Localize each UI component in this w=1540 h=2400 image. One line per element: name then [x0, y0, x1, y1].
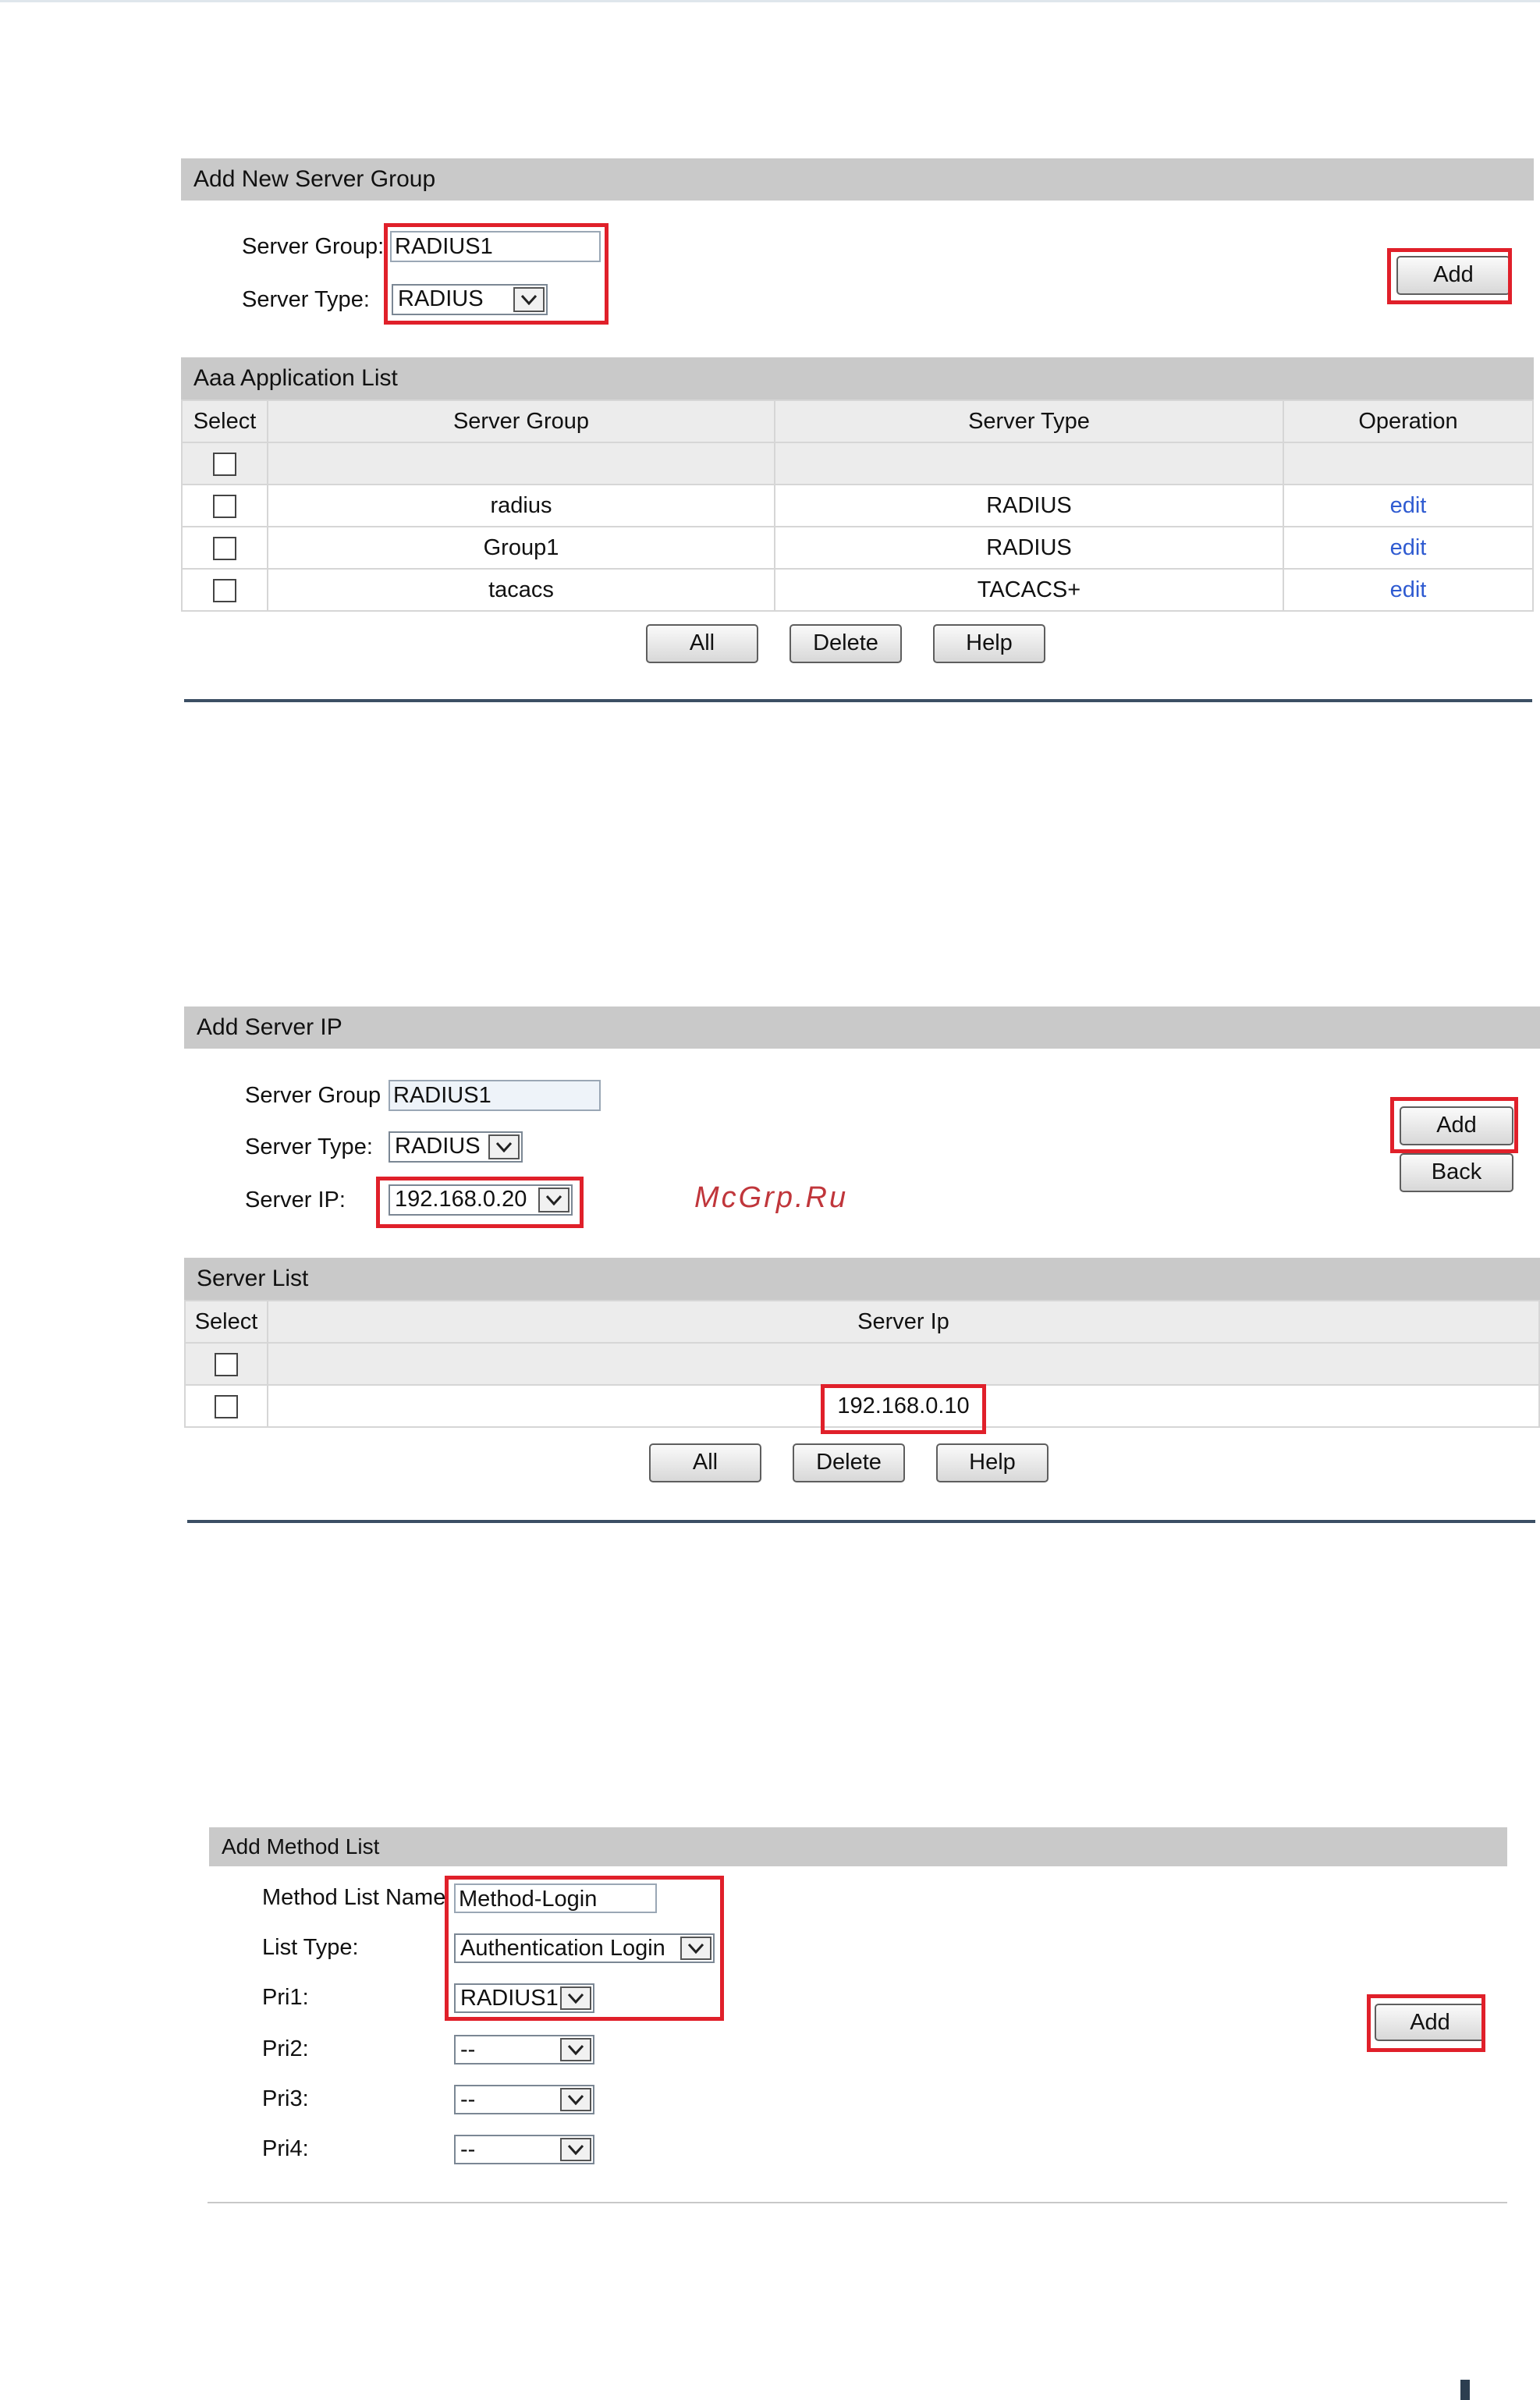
pri2-value: -- [460, 2037, 476, 2062]
table-filter-row [181, 442, 1534, 485]
cell-server-group: Group1 [267, 526, 775, 570]
select-all-checkbox[interactable] [213, 452, 236, 476]
row-checkbox[interactable] [215, 1394, 238, 1418]
select-all-checkbox[interactable] [215, 1352, 238, 1376]
highlight-add-button [1387, 248, 1512, 304]
pri3-label: Pri3: [262, 2086, 309, 2111]
pri2-select[interactable]: -- [454, 2035, 594, 2064]
help-button[interactable]: Help [936, 1443, 1049, 1482]
server-type-value: RADIUS [395, 1134, 481, 1159]
cell-server-group: radius [267, 484, 775, 527]
method-list-name-label: Method List Name [262, 1885, 446, 1910]
page-corner-mark [1460, 2380, 1470, 2400]
pri1-label: Pri1: [262, 1985, 309, 2010]
pri4-select[interactable]: -- [454, 2135, 594, 2164]
row-checkbox[interactable] [213, 536, 236, 560]
highlight-server-group-fields [384, 223, 609, 325]
add-server-group-header: Add New Server Group [181, 158, 1534, 201]
col-select: Select [184, 1300, 268, 1344]
server-type-select[interactable]: RADIUS [389, 1131, 523, 1163]
col-server-group: Server Group [267, 399, 775, 443]
pri4-label: Pri4: [262, 2136, 309, 2161]
server-list-header: Server List [184, 1258, 1540, 1300]
application-list-header: Aaa Application List [181, 357, 1534, 399]
highlight-add-button [1367, 1994, 1485, 2052]
server-group-readonly-field: RADIUS1 [389, 1080, 601, 1111]
server-group-label: Server Group [245, 1083, 381, 1108]
top-border [0, 0, 1540, 2]
delete-button[interactable]: Delete [790, 624, 902, 663]
table-row: Group1 RADIUS edit [181, 526, 1534, 570]
cell-server-group: tacacs [267, 568, 775, 612]
cell-server-type: RADIUS [774, 484, 1284, 527]
col-server-type: Server Type [774, 399, 1284, 443]
highlight-add-button [1390, 1097, 1518, 1153]
watermark-text: McGrp.Ru [694, 1181, 849, 1214]
pri3-value: -- [460, 2087, 476, 2112]
col-operation: Operation [1283, 399, 1534, 443]
edit-link[interactable]: edit [1390, 577, 1427, 602]
pri2-label: Pri2: [262, 2036, 309, 2061]
section-divider [208, 2202, 1507, 2203]
server-group-label: Server Group: [242, 234, 385, 259]
help-button[interactable]: Help [933, 624, 1045, 663]
table-header-row: Select Server Group Server Type Operatio… [181, 399, 1534, 443]
chevron-down-icon[interactable] [560, 2138, 591, 2161]
table-row: tacacs TACACS+ edit [181, 568, 1534, 612]
highlight-server-ip-row [821, 1384, 986, 1434]
row-checkbox[interactable] [213, 578, 236, 602]
pri3-select[interactable]: -- [454, 2085, 594, 2114]
highlight-server-ip-select [376, 1177, 584, 1228]
highlight-method-fields [445, 1876, 724, 2021]
server-ip-label: Server IP: [245, 1188, 346, 1212]
edit-link[interactable]: edit [1390, 535, 1427, 560]
pri4-value: -- [460, 2137, 476, 2162]
table-row: radius RADIUS edit [181, 484, 1534, 527]
cell-server-type: TACACS+ [774, 568, 1284, 612]
chevron-down-icon[interactable] [560, 2088, 591, 2111]
server-type-label: Server Type: [245, 1134, 373, 1159]
section-divider [187, 1520, 1535, 1523]
table-filter-row [184, 1342, 1540, 1386]
table-header-row: Select Server Ip [184, 1300, 1540, 1344]
all-button[interactable]: All [646, 624, 758, 663]
cell-server-type: RADIUS [774, 526, 1284, 570]
add-method-list-header: Add Method List [209, 1827, 1507, 1866]
section-divider [184, 699, 1532, 702]
col-server-ip: Server Ip [267, 1300, 1540, 1344]
delete-button[interactable]: Delete [793, 1443, 905, 1482]
row-checkbox[interactable] [213, 494, 236, 518]
edit-link[interactable]: edit [1390, 493, 1427, 518]
server-type-label: Server Type: [242, 287, 370, 312]
all-button[interactable]: All [649, 1443, 761, 1482]
chevron-down-icon[interactable] [488, 1134, 520, 1159]
add-server-ip-header: Add Server IP [184, 1007, 1540, 1049]
chevron-down-icon[interactable] [560, 2038, 591, 2061]
application-list-table: Select Server Group Server Type Operatio… [181, 399, 1534, 612]
list-type-label: List Type: [262, 1935, 359, 1960]
back-button[interactable]: Back [1400, 1153, 1513, 1192]
col-select: Select [181, 399, 268, 443]
